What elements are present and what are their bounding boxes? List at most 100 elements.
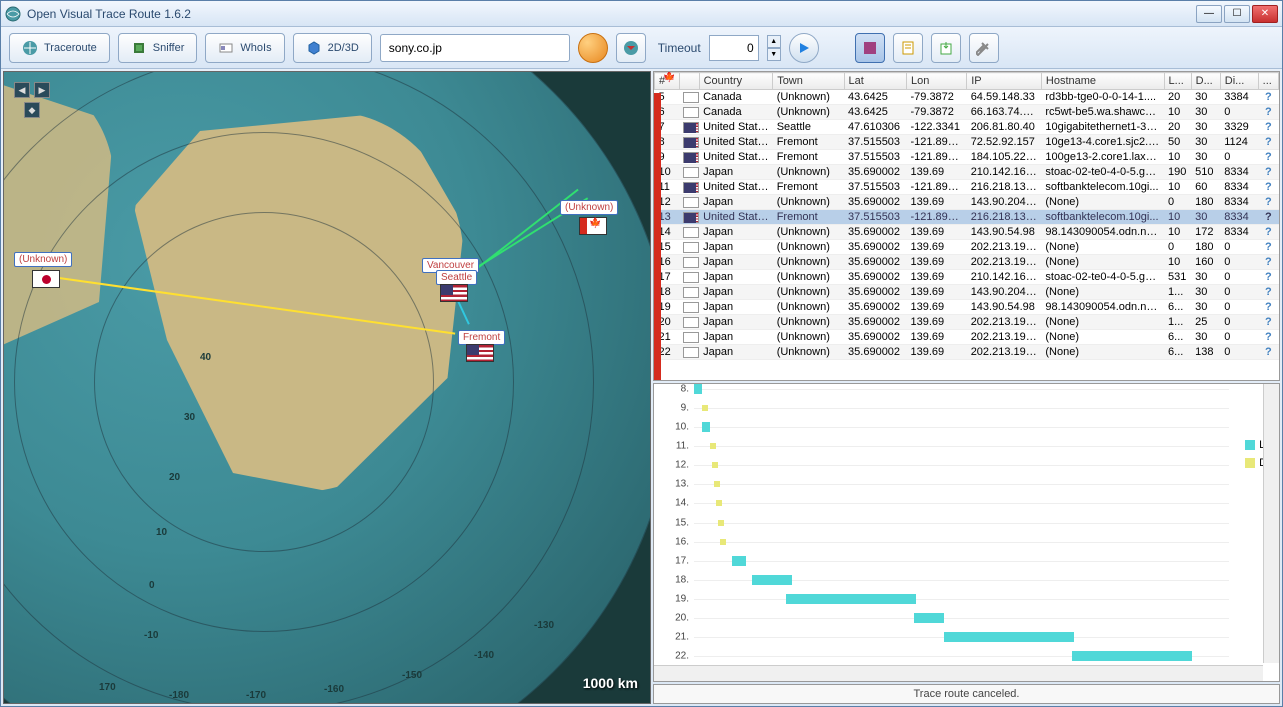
help-icon[interactable]: ? <box>1258 270 1278 285</box>
view-2d3d-button[interactable]: 2D/3D <box>293 33 372 63</box>
help-icon[interactable]: ? <box>1258 90 1278 105</box>
table-row[interactable]: 18Japan(Unknown)35.690002139.69143.90.20… <box>655 285 1279 300</box>
flag-icon <box>683 257 699 268</box>
timeout-spinner[interactable]: ▲▼ <box>767 35 781 61</box>
right-pane: #CountryTownLatLonIPHostnameL...D...Di..… <box>653 71 1280 704</box>
flag-japan-marker <box>32 270 60 288</box>
titlebar: Open Visual Trace Route 1.6.2 — ☐ ✕ <box>1 1 1282 27</box>
col-header[interactable]: Di... <box>1220 73 1258 90</box>
chart-bar <box>914 613 944 623</box>
maximize-button[interactable]: ☐ <box>1224 5 1250 23</box>
col-header[interactable]: D... <box>1191 73 1220 90</box>
flag-icon <box>683 332 699 343</box>
cube-icon <box>306 40 322 56</box>
col-header[interactable]: Country <box>699 73 773 90</box>
play-button[interactable] <box>789 33 819 63</box>
export-button[interactable] <box>931 33 961 63</box>
go-button[interactable] <box>578 33 608 63</box>
help-icon[interactable]: ? <box>1258 240 1278 255</box>
table-row[interactable]: 14Japan(Unknown)35.690002139.69143.90.54… <box>655 225 1279 240</box>
table-row[interactable]: 22Japan(Unknown)35.690002139.69202.213.1… <box>655 345 1279 360</box>
col-header[interactable]: Hostname <box>1041 73 1164 90</box>
flag-icon <box>683 122 699 133</box>
table-row[interactable]: 13United StatesFremont37.515503-121.896.… <box>655 210 1279 225</box>
help-icon[interactable]: ? <box>1258 315 1278 330</box>
chart-bar <box>694 384 702 394</box>
help-icon[interactable]: ? <box>1258 165 1278 180</box>
table-row[interactable]: 12Japan(Unknown)35.690002139.69143.90.20… <box>655 195 1279 210</box>
table-row[interactable]: 7United StatesSeattle47.610306-122.33412… <box>655 120 1279 135</box>
host-input[interactable] <box>380 34 570 62</box>
flag-icon <box>683 212 699 223</box>
flag-icon <box>683 227 699 238</box>
help-icon[interactable]: ? <box>1258 345 1278 360</box>
chart-bar <box>752 575 792 585</box>
chart-hscroll[interactable] <box>654 665 1263 681</box>
window-title: Open Visual Trace Route 1.6.2 <box>27 7 1196 21</box>
tool2-button[interactable] <box>893 33 923 63</box>
chart-bar <box>702 422 710 432</box>
flag-icon <box>683 182 699 193</box>
table-row[interactable]: 5Canada(Unknown)43.6425-79.387264.59.148… <box>655 90 1279 105</box>
help-icon[interactable]: ? <box>1258 120 1278 135</box>
flag-icon <box>683 287 699 298</box>
help-icon[interactable]: ? <box>1258 330 1278 345</box>
timeout-input[interactable] <box>709 35 759 61</box>
timeout-label: Timeout <box>658 41 701 55</box>
flag-icon <box>683 152 699 163</box>
help-icon[interactable]: ? <box>1258 105 1278 120</box>
chart-bar <box>718 520 724 526</box>
table-row[interactable]: 21Japan(Unknown)35.690002139.69202.213.1… <box>655 330 1279 345</box>
help-icon[interactable]: ? <box>1258 255 1278 270</box>
app-window: Open Visual Trace Route 1.6.2 — ☐ ✕ Trac… <box>0 0 1283 707</box>
help-icon[interactable]: ? <box>1258 180 1278 195</box>
help-icon[interactable]: ? <box>1258 150 1278 165</box>
table-row[interactable]: 10Japan(Unknown)35.690002139.69210.142.1… <box>655 165 1279 180</box>
table-row[interactable]: 16Japan(Unknown)35.690002139.69202.213.1… <box>655 255 1279 270</box>
chart-bar <box>944 632 1074 642</box>
table-row[interactable]: 9United StatesFremont37.515503-121.896..… <box>655 150 1279 165</box>
table-row[interactable]: 8United StatesFremont37.515503-121.896..… <box>655 135 1279 150</box>
latency-chart[interactable]: 8.9.10.11.12.13.14.15.16.17.18.19.20.21.… <box>653 383 1280 682</box>
col-header[interactable] <box>679 73 699 90</box>
col-header[interactable]: L... <box>1164 73 1191 90</box>
flag-icon <box>683 92 699 103</box>
col-header[interactable]: Lat <box>844 73 906 90</box>
chart-bar <box>732 556 746 566</box>
col-header[interactable]: ... <box>1258 73 1278 90</box>
map-nav-control[interactable]: ◀ ▶ ◆ <box>14 82 64 132</box>
help-icon[interactable]: ? <box>1258 195 1278 210</box>
help-icon[interactable]: ? <box>1258 300 1278 315</box>
table-row[interactable]: 17Japan(Unknown)35.690002139.69210.142.1… <box>655 270 1279 285</box>
help-icon[interactable]: ? <box>1258 285 1278 300</box>
help-icon[interactable]: ? <box>1258 225 1278 240</box>
hop-table-pane[interactable]: #CountryTownLatLonIPHostnameL...D...Di..… <box>653 71 1280 381</box>
flag-icon <box>683 167 699 178</box>
app-icon <box>5 6 21 22</box>
table-row[interactable]: 15Japan(Unknown)35.690002139.69202.213.1… <box>655 240 1279 255</box>
close-button[interactable]: ✕ <box>1252 5 1278 23</box>
table-row[interactable]: 20Japan(Unknown)35.690002139.69202.213.1… <box>655 315 1279 330</box>
map-pane[interactable]: 40 30 20 10 0 -10 170 -180 -170 -160 -15… <box>3 71 651 704</box>
chip-icon <box>131 40 147 56</box>
table-row[interactable]: 11United StatesFremont37.515503-121.896.… <box>655 180 1279 195</box>
chart-bar <box>786 594 916 604</box>
whois-button[interactable]: WhoIs <box>205 33 284 63</box>
chart-bar <box>712 462 718 468</box>
settings-button[interactable] <box>969 33 999 63</box>
flag-us-seattle-marker <box>440 284 468 302</box>
help-icon[interactable]: ? <box>1258 135 1278 150</box>
flag-icon <box>683 242 699 253</box>
help-icon[interactable]: ? <box>1258 210 1278 225</box>
traceroute-button[interactable]: Traceroute <box>9 33 110 63</box>
map-mode-button[interactable] <box>616 33 646 63</box>
col-header[interactable]: Lon <box>906 73 966 90</box>
tool1-button[interactable] <box>855 33 885 63</box>
col-header[interactable]: Town <box>773 73 844 90</box>
table-row[interactable]: 6Canada(Unknown)43.6425-79.387266.163.74… <box>655 105 1279 120</box>
col-header[interactable]: IP <box>967 73 1042 90</box>
minimize-button[interactable]: — <box>1196 5 1222 23</box>
chart-vscroll[interactable] <box>1263 384 1279 663</box>
sniffer-button[interactable]: Sniffer <box>118 33 198 63</box>
table-row[interactable]: 19Japan(Unknown)35.690002139.69143.90.54… <box>655 300 1279 315</box>
